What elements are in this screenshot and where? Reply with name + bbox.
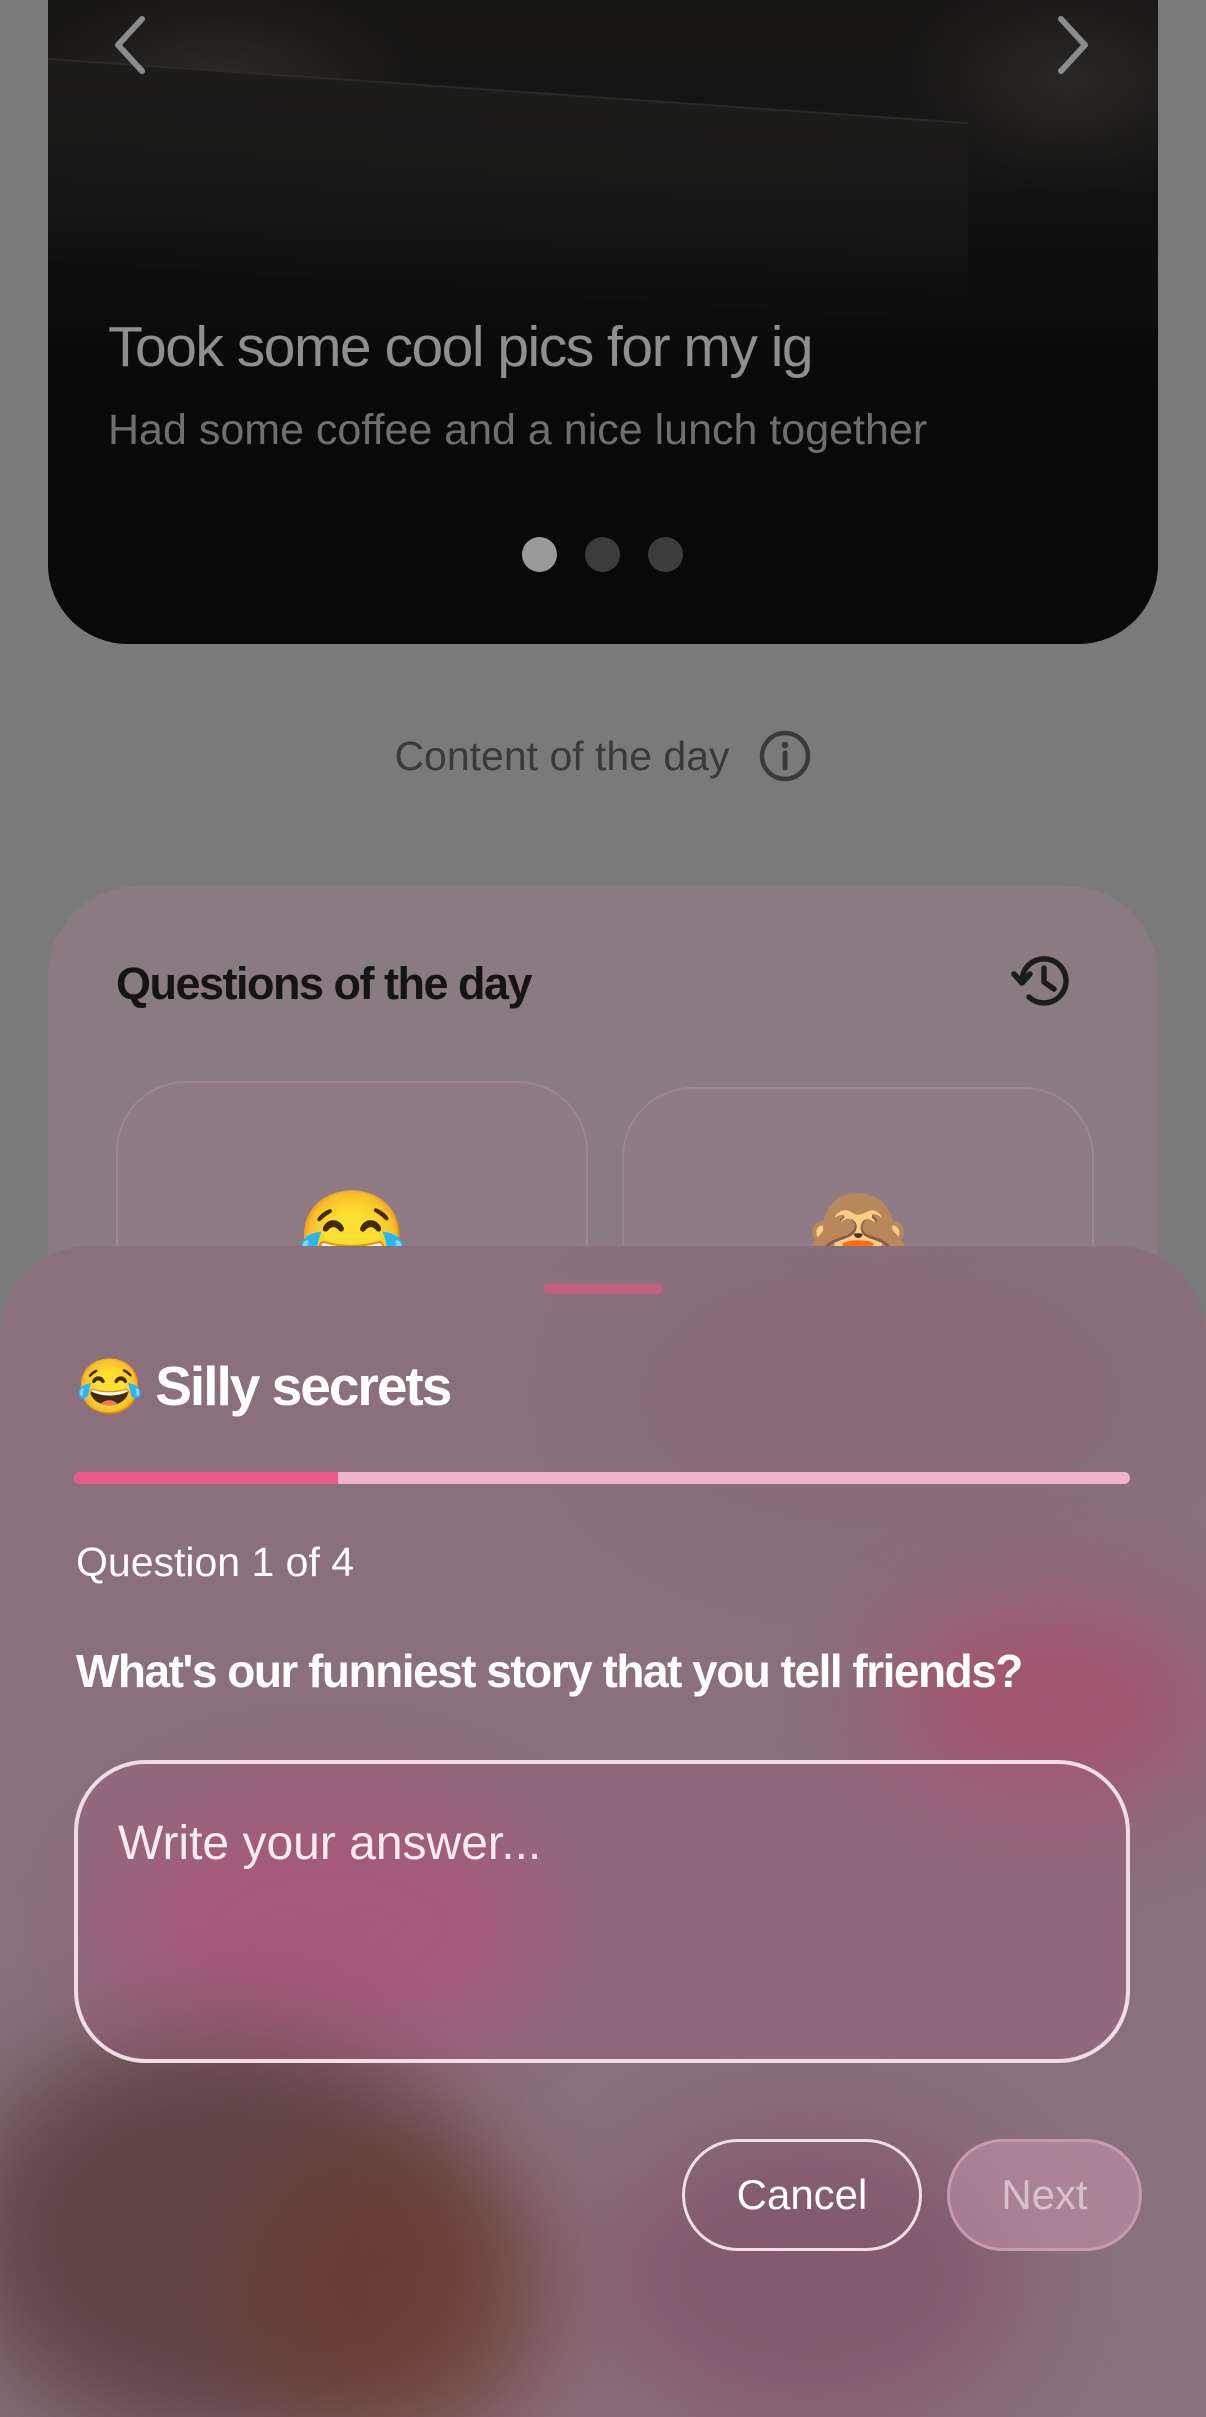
carousel-dot[interactable]: [585, 537, 620, 572]
sheet-title-text: Silly secrets: [155, 1355, 452, 1417]
info-icon[interactable]: [758, 729, 812, 783]
carousel-dot[interactable]: [522, 537, 557, 572]
carousel-next-button[interactable]: [1043, 10, 1103, 80]
content-of-the-day: Content of the day: [0, 728, 1206, 784]
sheet-drag-handle[interactable]: [543, 1284, 663, 1294]
carousel-prev-button[interactable]: [100, 10, 160, 80]
chevron-left-icon: [115, 16, 145, 74]
hero-subtitle: Had some coffee and a nice lunch togethe…: [108, 406, 928, 454]
sheet-title-emoji: 😂: [76, 1357, 143, 1417]
carousel-pagination: [522, 537, 683, 572]
answer-input[interactable]: [74, 1760, 1130, 2063]
question-text: What's our funniest story that you tell …: [76, 1645, 1023, 1697]
next-button[interactable]: Next: [947, 2139, 1142, 2251]
sheet-bg-blur: [620, 1256, 1140, 1536]
question-progress-fill: [74, 1472, 338, 1484]
history-icon[interactable]: [1008, 946, 1078, 1016]
carousel-dot[interactable]: [648, 537, 683, 572]
hero-title: Took some cool pics for my ig: [108, 315, 814, 379]
cancel-button[interactable]: Cancel: [682, 2139, 922, 2251]
question-bottom-sheet: 😂 Silly secrets Question 1 of 4 What's ou…: [0, 1246, 1206, 2417]
questions-card-title: Questions of the day: [116, 958, 533, 1009]
chevron-right-icon: [1058, 16, 1088, 74]
content-of-the-day-label: Content of the day: [394, 732, 730, 779]
sheet-title: 😂 Silly secrets: [76, 1354, 452, 1419]
question-progress-bar: [74, 1472, 1130, 1484]
question-counter: Question 1 of 4: [76, 1539, 355, 1585]
